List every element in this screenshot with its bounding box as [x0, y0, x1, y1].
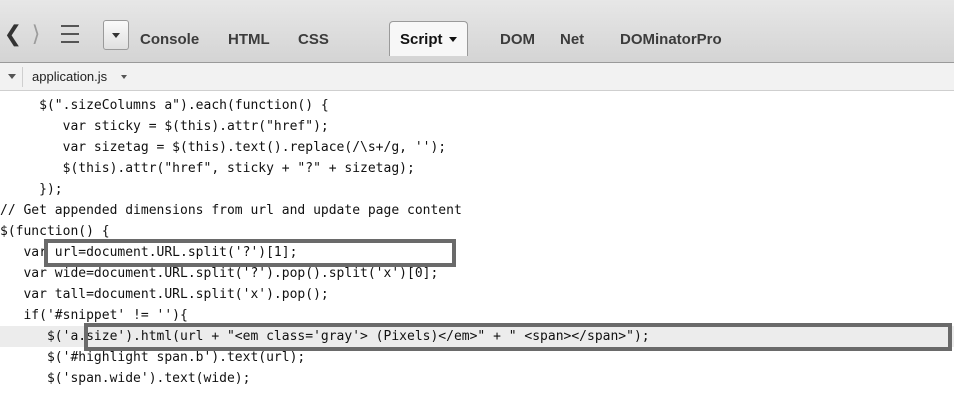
- chevron-right-icon: ⟩: [31, 21, 41, 46]
- back-button[interactable]: ❮: [2, 20, 24, 48]
- tab-label: DOMinatorPro: [620, 30, 722, 48]
- chevron-left-icon: ❮: [3, 21, 23, 46]
- tab-label: Net: [560, 30, 585, 48]
- code-line: // Get appended dimensions from url and …: [0, 203, 462, 218]
- code-line: var tall=document.URL.split('x').pop();: [0, 287, 329, 302]
- tab-html[interactable]: HTML: [228, 26, 270, 52]
- caret-down-icon[interactable]: [121, 75, 127, 79]
- menu-button[interactable]: [56, 20, 84, 48]
- code-line: });: [0, 182, 63, 197]
- tab-label: DOM: [500, 30, 535, 48]
- tab-script[interactable]: Script: [389, 21, 468, 56]
- tab-label: Script: [400, 30, 443, 48]
- script-file-bar: application.js: [0, 63, 954, 91]
- tab-label: Console: [140, 30, 200, 48]
- hamburger-icon: [61, 22, 79, 46]
- collapse-toggle-icon[interactable]: [8, 74, 16, 79]
- highlight-box-url: [44, 239, 456, 267]
- tab-css[interactable]: CSS: [298, 26, 329, 52]
- code-line: var sizetag = $(this).text().replace(/\s…: [0, 140, 447, 155]
- code-line: $(this).attr("href", sticky + "?" + size…: [0, 161, 415, 176]
- code-line: $('span.wide').text(wide);: [0, 371, 251, 386]
- tab-console[interactable]: Console: [140, 26, 199, 52]
- tab-dom[interactable]: DOM: [500, 26, 535, 52]
- triangle-down-icon: [112, 32, 120, 38]
- code-line: var sticky = $(this).attr("href");: [0, 119, 329, 134]
- caret-down-icon: [448, 36, 457, 42]
- highlight-box-html: [84, 323, 952, 351]
- divider: [22, 67, 23, 87]
- firebug-toolbar: ❮ ⟩ Console HTML CSS Script DOM Net DOMi…: [0, 0, 954, 63]
- tab-label: HTML: [228, 30, 270, 48]
- tab-label: CSS: [298, 30, 329, 48]
- options-dropdown-button[interactable]: [103, 20, 129, 50]
- script-file-selector[interactable]: application.js: [32, 69, 107, 84]
- code-line: $(".sizeColumns a").each(function() {: [0, 98, 329, 113]
- script-source-view[interactable]: $(".sizeColumns a").each(function() { va…: [0, 94, 954, 404]
- forward-button[interactable]: ⟩: [25, 20, 47, 48]
- tab-net[interactable]: Net: [560, 26, 584, 52]
- tab-dominatorpro[interactable]: DOMinatorPro: [620, 26, 722, 52]
